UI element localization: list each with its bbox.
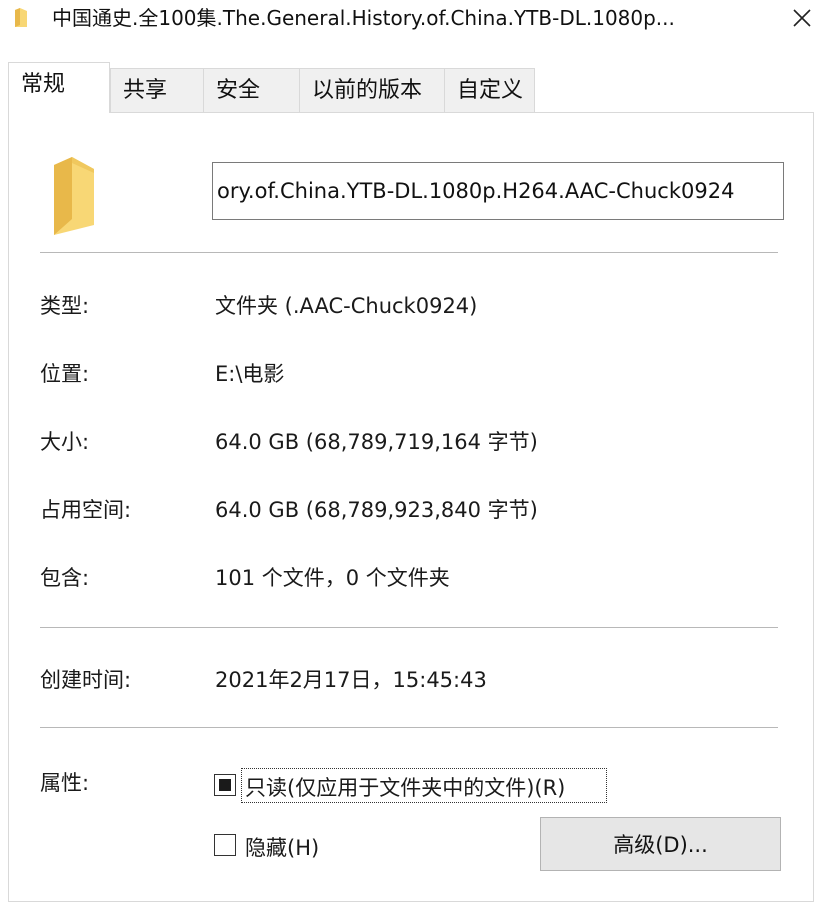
tab-security[interactable]: 安全	[203, 68, 300, 112]
contains-label: 包含:	[40, 566, 90, 590]
divider	[40, 627, 778, 628]
size-label: 大小:	[40, 430, 90, 454]
close-button[interactable]	[784, 0, 820, 36]
created-label: 创建时间:	[40, 668, 132, 692]
folder-icon	[54, 157, 94, 235]
tab-customize[interactable]: 自定义	[444, 68, 535, 112]
folder-name-input[interactable]	[212, 162, 784, 220]
location-value: E:\电影	[215, 362, 285, 386]
title-bar: 中国通史.全100集.The.General.History.of.China.…	[0, 0, 820, 38]
advanced-button[interactable]: 高级(D)...	[540, 817, 781, 871]
indeterminate-mark	[219, 779, 231, 791]
window-title: 中国通史.全100集.The.General.History.of.China.…	[52, 6, 675, 30]
divider	[40, 252, 778, 253]
close-icon	[793, 9, 811, 27]
readonly-label[interactable]: 只读(仅应用于文件夹中的文件)(R)	[245, 772, 565, 802]
type-value: 文件夹 (.AAC-Chuck0924)	[215, 294, 478, 318]
hidden-checkbox[interactable]	[214, 834, 236, 856]
folder-icon	[15, 8, 27, 27]
type-label: 类型:	[40, 294, 90, 318]
contains-value: 101 个文件，0 个文件夹	[215, 566, 450, 590]
attributes-label: 属性:	[40, 771, 90, 795]
readonly-checkbox[interactable]	[214, 774, 236, 796]
created-value: 2021年2月17日，15:45:43	[215, 668, 487, 692]
hidden-label[interactable]: 隐藏(H)	[245, 832, 319, 862]
size-value: 64.0 GB (68,789,719,164 字节)	[215, 430, 538, 454]
disk-size-label: 占用空间:	[40, 498, 132, 522]
tab-sharing[interactable]: 共享	[110, 68, 204, 112]
location-label: 位置:	[40, 362, 90, 386]
tab-general[interactable]: 常规	[8, 62, 110, 113]
tab-strip: 常规 共享 安全 以前的版本 自定义	[0, 62, 820, 114]
divider	[40, 727, 778, 728]
disk-size-value: 64.0 GB (68,789,923,840 字节)	[215, 498, 538, 522]
tab-previous-versions[interactable]: 以前的版本	[299, 68, 445, 112]
